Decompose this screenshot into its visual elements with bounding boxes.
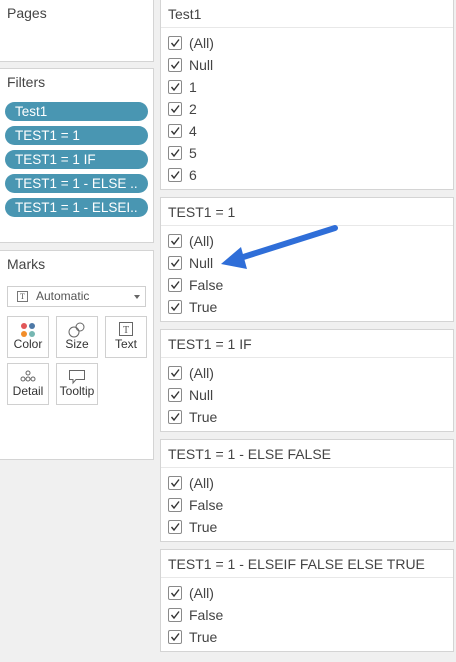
pages-title: Pages [7,5,47,21]
checkbox-checked[interactable] [168,102,182,116]
checkbox-checked[interactable] [168,586,182,600]
filter-item[interactable]: False [168,497,223,515]
checkbox-checked[interactable] [168,146,182,160]
filter-item[interactable]: True [168,519,217,537]
filter-item[interactable]: (All) [168,35,214,53]
checkbox-checked[interactable] [168,256,182,270]
checkbox-checked[interactable] [168,36,182,50]
filter-pill-test1-eq-1[interactable]: TEST1 = 1 [5,126,148,145]
checkbox-checked[interactable] [168,608,182,622]
filters-shelf[interactable]: Filters Test1 TEST1 = 1 TEST1 = 1 IF TES… [0,68,154,243]
detail-button[interactable]: Detail [7,363,49,405]
filter-item[interactable]: (All) [168,233,214,251]
checkbox-checked[interactable] [168,520,182,534]
tooltip-button[interactable]: Tooltip [56,363,98,405]
filter-card-title: TEST1 = 1 - ELSEIF FALSE ELSE TRUE [168,556,425,572]
filter-item[interactable]: True [168,409,217,427]
checkbox-checked[interactable] [168,234,182,248]
checkbox-checked[interactable] [168,498,182,512]
detail-label: Detail [12,384,44,398]
svg-text:T: T [123,325,129,336]
pages-shelf[interactable]: Pages [0,0,154,62]
tooltip-label: Tooltip [59,384,95,398]
filter-item[interactable]: (All) [168,585,214,603]
text-button[interactable]: T Text [105,316,147,358]
filter-item[interactable]: False [168,277,223,295]
checkbox-checked[interactable] [168,630,182,644]
filter-pill-test1-else[interactable]: TEST1 = 1 - ELSE .. [5,174,148,193]
checkbox-checked[interactable] [168,168,182,182]
filter-card-test1: Test1 (All) Null 1 2 4 5 6 [160,0,454,190]
filter-card-test1-eq-1-if: TEST1 = 1 IF (All) Null True [160,329,454,432]
filter-item[interactable]: (All) [168,475,214,493]
filter-item[interactable]: 2 [168,101,197,119]
mark-type-value: Automatic [36,289,90,303]
filter-card-test1-else-false: TEST1 = 1 - ELSE FALSE (All) False True [160,439,454,542]
filter-item[interactable]: 4 [168,123,197,141]
filter-item[interactable]: 1 [168,79,197,97]
size-label: Size [65,337,89,351]
filters-title: Filters [7,74,46,90]
filter-card-test1-elseif: TEST1 = 1 - ELSEIF FALSE ELSE TRUE (All)… [160,549,454,652]
checkbox-checked[interactable] [168,300,182,314]
tooltip-icon [69,370,85,385]
arrow-icon [221,225,338,269]
filter-card-title: TEST1 = 1 [168,204,236,220]
filter-item[interactable]: (All) [168,365,214,383]
filter-item[interactable]: Null [168,57,213,75]
filter-item[interactable]: 5 [168,145,197,163]
mark-type-dropdown[interactable]: T Automatic [7,286,146,307]
filter-item[interactable]: Null [168,255,213,273]
filter-item[interactable]: Null [168,387,213,405]
filter-pill-test1-elseif[interactable]: TEST1 = 1 - ELSEI.. [5,198,148,217]
marks-title: Marks [7,256,46,272]
checkbox-checked[interactable] [168,80,182,94]
text-label: Text [114,337,137,351]
text-mark-icon: T [17,291,28,302]
checkbox-checked[interactable] [168,366,182,380]
filter-item[interactable]: True [168,629,217,647]
color-label: Color [13,337,43,351]
filter-item[interactable]: False [168,607,223,625]
chevron-down-icon [134,295,140,299]
color-icon [21,323,35,337]
filter-pill-test1[interactable]: Test1 [5,102,148,121]
filter-pill-test1-eq-1-if[interactable]: TEST1 = 1 IF [5,150,148,169]
color-button[interactable]: Color [7,316,49,358]
filter-card-title: Test1 [168,6,202,22]
checkbox-checked[interactable] [168,476,182,490]
filter-card-title: TEST1 = 1 - ELSE FALSE [168,446,332,462]
filter-card-title: TEST1 = 1 IF [168,336,252,352]
size-button[interactable]: Size [56,316,98,358]
size-icon [68,322,85,338]
checkbox-checked[interactable] [168,58,182,72]
text-icon: T [119,322,133,336]
marks-card: Marks T Automatic Color Size T Text Deta… [0,250,154,460]
filter-item[interactable]: True [168,299,217,317]
checkbox-checked[interactable] [168,278,182,292]
detail-icon [20,370,36,382]
checkbox-checked[interactable] [168,410,182,424]
checkbox-checked[interactable] [168,124,182,138]
checkbox-checked[interactable] [168,388,182,402]
filter-item[interactable]: 6 [168,167,197,185]
